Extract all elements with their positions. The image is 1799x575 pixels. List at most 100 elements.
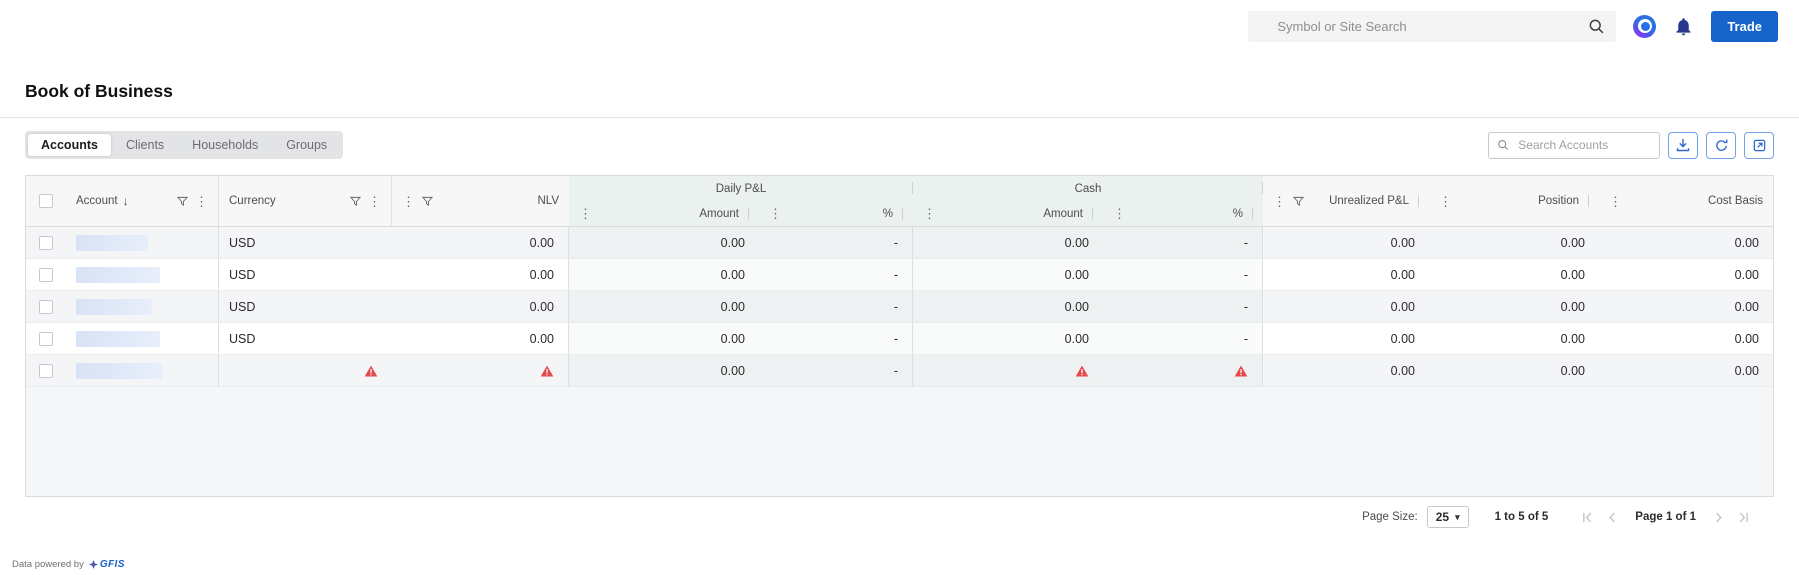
gfis-logo[interactable]: GFIS bbox=[89, 559, 125, 570]
row-checkbox[interactable] bbox=[39, 363, 53, 378]
table-row[interactable]: USD 0.00 0.00 - 0.00 - 0.00 0.00 0.00 bbox=[26, 291, 1773, 323]
daily-amount-cell: 0.00 bbox=[569, 227, 759, 258]
resize-handle[interactable] bbox=[1418, 195, 1419, 207]
trade-button[interactable]: Trade bbox=[1711, 10, 1778, 42]
column-menu-icon[interactable]: ⋮ bbox=[1439, 195, 1452, 208]
tab-accounts[interactable]: Accounts bbox=[28, 134, 111, 156]
column-header-position[interactable]: ⋮ Position bbox=[1429, 176, 1599, 226]
expand-button[interactable] bbox=[1744, 131, 1774, 159]
search-icon bbox=[1497, 138, 1509, 152]
warning-icon[interactable] bbox=[540, 365, 554, 377]
column-menu-icon[interactable]: ⋮ bbox=[923, 207, 936, 220]
account-cell bbox=[66, 227, 219, 258]
daily-percent-cell: - bbox=[759, 355, 913, 386]
column-menu-icon[interactable]: ⋮ bbox=[769, 207, 782, 220]
daily-amount-cell: 0.00 bbox=[569, 291, 759, 322]
sort-desc-icon[interactable]: ↓ bbox=[123, 194, 129, 208]
filter-icon[interactable] bbox=[1293, 196, 1304, 207]
page-size-select[interactable]: 25 ▾ bbox=[1426, 506, 1469, 528]
table-row[interactable]: USD 0.00 0.00 - 0.00 - 0.00 0.00 0.00 bbox=[26, 227, 1773, 259]
nlv-cell: 0.00 bbox=[392, 291, 569, 322]
column-menu-icon[interactable]: ⋮ bbox=[1273, 195, 1286, 208]
filter-icon[interactable] bbox=[422, 196, 433, 207]
resize-handle[interactable] bbox=[902, 207, 903, 220]
select-all-checkbox[interactable] bbox=[39, 194, 53, 208]
cash-amount-cell: 0.00 bbox=[913, 323, 1103, 354]
column-header-cash-percent[interactable]: ⋮ % bbox=[1103, 201, 1263, 226]
accounts-search-input[interactable] bbox=[1516, 137, 1651, 153]
table-row[interactable]: USD 0.00 0.00 - 0.00 - 0.00 0.00 0.00 bbox=[26, 323, 1773, 355]
footer: Data powered by GFIS bbox=[12, 559, 125, 570]
column-menu-icon[interactable]: ⋮ bbox=[579, 207, 592, 220]
globe-dot bbox=[1641, 21, 1651, 31]
title-divider bbox=[0, 117, 1799, 118]
currency-cell: USD bbox=[229, 235, 256, 250]
resize-handle[interactable] bbox=[1252, 207, 1253, 220]
row-checkbox[interactable] bbox=[39, 235, 53, 250]
refresh-button[interactable] bbox=[1706, 131, 1736, 159]
column-header-currency[interactable]: Currency ⋮ bbox=[219, 176, 392, 226]
brand-name: GFIS bbox=[99, 559, 125, 570]
first-page-icon[interactable] bbox=[1582, 512, 1593, 523]
column-header-nlv[interactable]: ⋮ NLV bbox=[392, 176, 569, 226]
filter-icon[interactable] bbox=[177, 196, 188, 207]
row-checkbox[interactable] bbox=[39, 267, 53, 282]
chevron-down-icon: ▾ bbox=[1455, 511, 1460, 522]
accounts-search[interactable] bbox=[1488, 131, 1660, 159]
position-cell: 0.00 bbox=[1560, 331, 1585, 346]
accounts-grid: Account ↓ ⋮ Currency ⋮ ⋮ NLV Daily P&L C… bbox=[25, 175, 1774, 497]
position-cell: 0.00 bbox=[1560, 267, 1585, 282]
resize-handle[interactable] bbox=[1588, 195, 1589, 207]
page-size-value: 25 bbox=[1435, 510, 1450, 524]
redacted-account-chip bbox=[76, 234, 148, 251]
column-menu-icon[interactable]: ⋮ bbox=[368, 195, 381, 208]
tab-households[interactable]: Households bbox=[179, 134, 271, 156]
column-header-daily-amount[interactable]: ⋮ Amount bbox=[569, 201, 759, 226]
column-label: % bbox=[1232, 207, 1243, 220]
column-menu-icon[interactable]: ⋮ bbox=[195, 195, 208, 208]
resize-handle[interactable] bbox=[1092, 207, 1093, 220]
column-menu-icon[interactable]: ⋮ bbox=[402, 195, 415, 208]
unrealized-pl-cell: 0.00 bbox=[1390, 331, 1415, 346]
warning-icon[interactable] bbox=[364, 365, 378, 377]
column-menu-icon[interactable]: ⋮ bbox=[1113, 207, 1126, 220]
daily-percent-cell: - bbox=[759, 227, 913, 258]
column-header-cost-basis[interactable]: ⋮ Cost Basis bbox=[1599, 176, 1773, 226]
resize-handle[interactable] bbox=[748, 207, 749, 220]
tab-groups[interactable]: Groups bbox=[273, 134, 340, 156]
cash-percent-cell: - bbox=[1103, 291, 1263, 322]
prev-page-icon[interactable] bbox=[1608, 512, 1617, 523]
column-header-account[interactable]: Account ↓ ⋮ bbox=[66, 176, 219, 226]
tab-clients[interactable]: Clients bbox=[113, 134, 177, 156]
column-label: Account bbox=[76, 195, 118, 207]
cost-basis-cell: 0.00 bbox=[1734, 267, 1759, 282]
nlv-cell bbox=[392, 355, 569, 386]
grid-header: Account ↓ ⋮ Currency ⋮ ⋮ NLV Daily P&L C… bbox=[26, 176, 1773, 227]
column-header-cash-amount[interactable]: ⋮ Amount bbox=[913, 201, 1103, 226]
global-search[interactable] bbox=[1248, 10, 1617, 42]
download-button[interactable] bbox=[1668, 131, 1698, 159]
search-icon[interactable] bbox=[1588, 18, 1605, 35]
warning-icon[interactable] bbox=[1234, 365, 1248, 377]
notifications-bell-icon[interactable] bbox=[1673, 16, 1694, 37]
column-menu-icon[interactable]: ⋮ bbox=[1609, 195, 1622, 208]
table-row[interactable]: USD 0.00 0.00 - 0.00 - 0.00 0.00 0.00 bbox=[26, 259, 1773, 291]
filter-icon[interactable] bbox=[350, 196, 361, 207]
column-header-unrealized-pl[interactable]: ⋮ Unrealized P&L bbox=[1263, 176, 1429, 226]
global-search-input[interactable] bbox=[1275, 17, 1581, 35]
last-page-icon[interactable] bbox=[1738, 512, 1749, 523]
profile-globe-icon[interactable] bbox=[1633, 14, 1657, 38]
expand-icon bbox=[1752, 138, 1767, 153]
currency-cell: USD bbox=[229, 267, 256, 282]
warning-icon[interactable] bbox=[1075, 365, 1089, 377]
table-row[interactable]: 0.00 - 0.00 0.00 0.00 bbox=[26, 355, 1773, 387]
account-cell bbox=[66, 259, 219, 290]
cash-amount-cell bbox=[913, 355, 1103, 386]
pagination-bar: Page Size: 25 ▾ 1 to 5 of 5 Page 1 of 1 bbox=[25, 506, 1774, 528]
group-header-cash: Cash bbox=[913, 176, 1263, 201]
row-checkbox[interactable] bbox=[39, 331, 53, 346]
column-header-daily-percent[interactable]: ⋮ % bbox=[759, 201, 913, 226]
row-checkbox[interactable] bbox=[39, 299, 53, 314]
next-page-icon[interactable] bbox=[1714, 512, 1723, 523]
group-label: Daily P&L bbox=[715, 182, 767, 195]
